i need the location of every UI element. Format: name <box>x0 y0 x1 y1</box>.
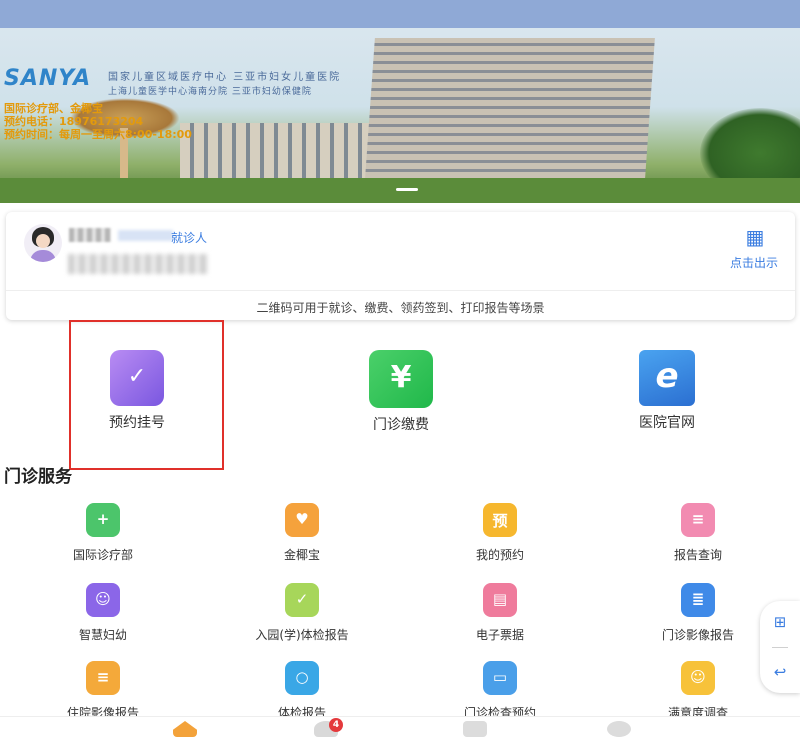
service-school-checkup[interactable]: ✓ 入园(学)体检报告 <box>222 583 382 643</box>
tab-profile[interactable] <box>605 721 633 739</box>
qr-code-icon[interactable]: ▦ <box>744 226 766 248</box>
hospital-name-line2: 上海儿童医学中心海南分院 三亚市妇幼保健院 <box>108 87 312 97</box>
hospital-banner[interactable]: SANYA 国家儿童区域医疗中心 三亚市妇女儿童医院 上海儿童医学中心海南分院 … <box>0 28 800 203</box>
service-outpatient-imaging[interactable]: ≣ 门诊影像报告 <box>618 583 778 643</box>
service-report-query[interactable]: ≡ 报告查询 <box>618 503 778 563</box>
floating-toolbar: ⊞ ↩ <box>760 601 800 693</box>
quick-action-label: 医院官网 <box>639 415 695 431</box>
hospital-logo: SANYA <box>4 66 92 91</box>
service-label: 电子票据 <box>475 628 524 642</box>
top-status-bar <box>0 0 800 28</box>
imaging-report-icon: ≣ <box>681 583 715 617</box>
show-qr-button[interactable]: 点击出示 <box>730 254 778 271</box>
medical-kit-icon: + <box>86 503 120 537</box>
service-label: 金椰宝 <box>283 548 320 562</box>
tab-home[interactable] <box>171 721 199 739</box>
service-jinyebao[interactable]: ♥ 金椰宝 <box>222 503 382 563</box>
service-inpatient-imaging[interactable]: ≡ 住院影像报告 <box>23 661 183 721</box>
checkup-search-icon: ○ <box>285 661 319 695</box>
list-icon <box>463 721 487 737</box>
robot-icon: ☺ <box>86 583 120 617</box>
service-label: 智慧妇幼 <box>78 628 127 642</box>
service-international[interactable]: + 国际诊疗部 <box>23 503 183 563</box>
patient-id-redacted <box>68 254 208 274</box>
banner-hours: 预约时间：每周一至周六8:00-18:00 <box>4 128 192 141</box>
carousel-indicator[interactable] <box>396 188 418 191</box>
patient-card[interactable]: 就诊人 ▦ 点击出示 二维码可用于就诊、缴费、领药签到、打印报告等场景 <box>6 212 795 320</box>
banner-phone: 预约电话：18976173204 <box>4 115 144 128</box>
banner-info: 国际诊疗部、金椰宝 预约电话：18976173204 预约时间：每周一至周六8:… <box>4 102 192 141</box>
hospital-name-line1: 国家儿童区域医疗中心 三亚市妇女儿童医院 <box>108 72 342 83</box>
e-ticket-icon: ▤ <box>483 583 517 617</box>
divider <box>6 290 795 291</box>
smile-survey-icon: ☺ <box>681 661 715 695</box>
quick-action-payment[interactable]: 门诊缴费 <box>346 350 456 434</box>
home-heart-icon: ♥ <box>285 503 319 537</box>
service-label: 入园(学)体检报告 <box>255 628 349 642</box>
tab-records[interactable] <box>461 721 489 739</box>
service-exam-booking[interactable]: ▭ 门诊检查预约 <box>420 661 580 721</box>
service-label: 报告查询 <box>673 548 722 562</box>
service-checkup-report[interactable]: ○ 体检报告 <box>222 661 382 721</box>
exam-booking-icon: ▭ <box>483 661 517 695</box>
avatar <box>24 224 62 262</box>
service-e-ticket[interactable]: ▤ 电子票据 <box>420 583 580 643</box>
apps-grid-icon[interactable]: ⊞ <box>760 613 800 631</box>
banner-dept: 国际诊疗部、金椰宝 <box>4 102 103 115</box>
message-badge: 4 <box>329 718 343 732</box>
banner-building-tower <box>365 38 655 178</box>
bottom-tab-bar: 4 <box>0 716 800 742</box>
quick-action-website[interactable]: 医院官网 <box>612 350 722 432</box>
highlight-box <box>69 320 224 470</box>
service-label: 我的预约 <box>475 548 524 562</box>
service-label: 门诊影像报告 <box>661 628 734 642</box>
section-title: 门诊服务 <box>4 467 72 487</box>
qr-usage-hint: 二维码可用于就诊、缴费、领药签到、打印报告等场景 <box>256 301 545 315</box>
service-label: 国际诊疗部 <box>72 548 133 562</box>
home-icon <box>173 721 197 737</box>
cloud-icon <box>607 721 631 737</box>
inpatient-imaging-icon: ≡ <box>86 661 120 695</box>
appointment-doc-icon: 预 <box>483 503 517 537</box>
service-satisfaction-survey[interactable]: ☺ 满意度调查 <box>618 661 778 721</box>
service-smart-maternal[interactable]: ☺ 智慧妇幼 <box>23 583 183 643</box>
patient-name-redacted <box>69 228 111 242</box>
divider <box>772 647 788 648</box>
back-icon[interactable]: ↩ <box>760 663 800 681</box>
quick-action-label: 门诊缴费 <box>373 417 429 433</box>
hospital-web-icon <box>639 350 695 406</box>
tab-messages[interactable]: 4 <box>312 718 343 739</box>
patient-tag[interactable]: 就诊人 <box>171 229 207 246</box>
service-my-appointments[interactable]: 预 我的预约 <box>420 503 580 563</box>
report-search-icon: ≡ <box>681 503 715 537</box>
yuan-ticket-icon <box>369 350 433 408</box>
patient-info-redacted <box>118 230 173 241</box>
checkup-clipboard-icon: ✓ <box>285 583 319 617</box>
